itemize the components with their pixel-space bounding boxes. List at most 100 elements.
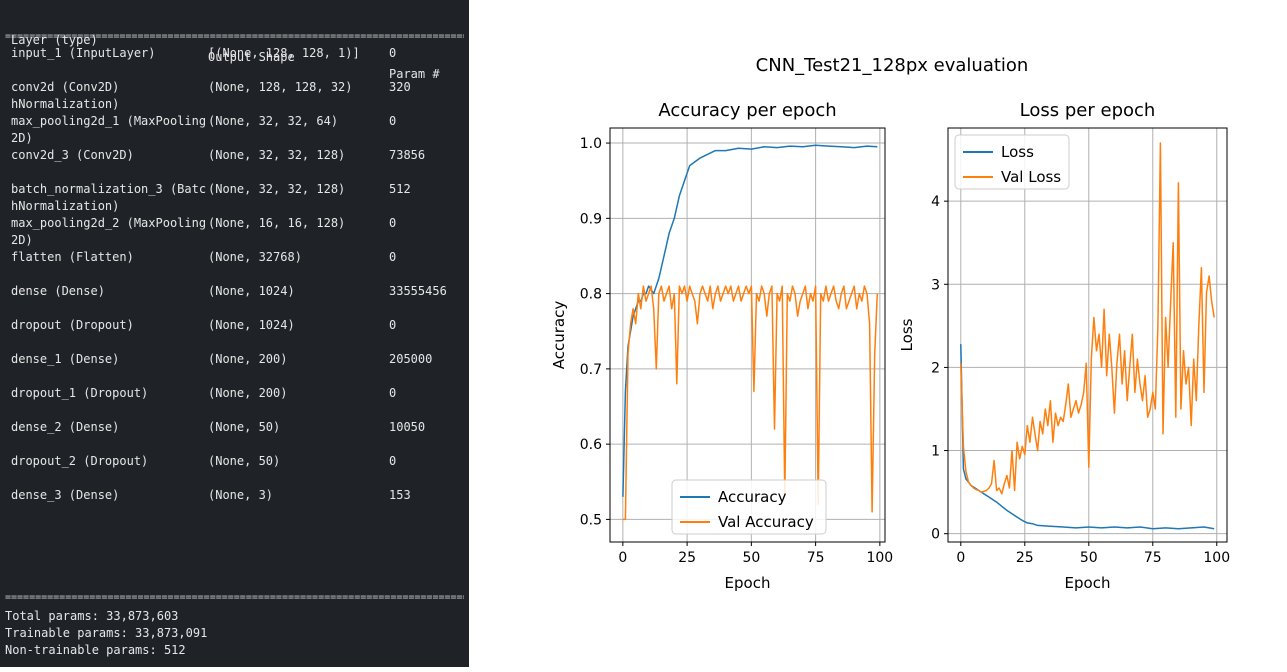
summary-row: max_pooling2d_2 (MaxPooling 2D) (None, 16,… bbox=[5, 215, 464, 249]
layer-output-shape: (None, 32768) bbox=[208, 250, 302, 264]
layer-param-count: 512 bbox=[389, 182, 411, 196]
summary-row: input_1 (InputLayer) [(None, 128, 128, 1)… bbox=[5, 45, 464, 79]
summary-bottom-rule: ========================================… bbox=[5, 593, 464, 602]
layer-param-count: 0 bbox=[389, 454, 397, 468]
y-tick-label: 0.9 bbox=[580, 211, 602, 227]
layer-param-count: 0 bbox=[389, 386, 397, 400]
summary-row: batch_normalization_3 (Batc hNormalizatio… bbox=[5, 181, 464, 215]
chart-title: Loss per epoch bbox=[1020, 100, 1156, 121]
y-tick-label: 0 bbox=[931, 527, 940, 543]
non-trainable-params: Non-trainable params: 512 bbox=[5, 643, 186, 657]
summary-row: dropout_2 (Dropout) (None, 50) 0 bbox=[5, 453, 464, 487]
y-tick-label: 2 bbox=[931, 360, 940, 376]
layer-name: dense_2 (Dense) bbox=[11, 420, 120, 434]
total-params: Total params: 33,873,603 bbox=[5, 609, 179, 623]
legend-label: Val Loss bbox=[1001, 168, 1061, 186]
summary-totals: Total params: 33,873,603 Trainable params… bbox=[5, 608, 207, 659]
layer-param-count: 73856 bbox=[389, 148, 426, 162]
layer-name: max_pooling2d_2 (MaxPooling bbox=[11, 216, 207, 230]
legend-label: Accuracy bbox=[718, 488, 787, 506]
summary-row: dense_2 (Dense) (None, 50) 10050 bbox=[5, 419, 464, 453]
summary-row: dropout_1 (Dropout) (None, 200) 0 bbox=[5, 385, 464, 419]
layer-name: dense_3 (Dense) bbox=[11, 488, 120, 502]
layer-param-count: 10050 bbox=[389, 420, 426, 434]
x-tick-label: 0 bbox=[956, 550, 965, 566]
evaluation-figure: CNN_Test21_128px evaluation 0 25 50 75 100 0.… bbox=[540, 0, 1287, 667]
layer-name-continued: hNormalization) bbox=[11, 199, 120, 213]
layer-name: conv2d_3 (Conv2D) bbox=[11, 148, 134, 162]
x-tick-label: 100 bbox=[866, 550, 893, 566]
layer-name: dropout_1 (Dropout) bbox=[11, 386, 149, 400]
layer-param-count: 33555456 bbox=[389, 284, 447, 298]
layer-name: conv2d (Conv2D) bbox=[11, 80, 120, 94]
x-tick-label: 25 bbox=[678, 550, 696, 566]
summary-row: flatten (Flatten) (None, 32768) 0 bbox=[5, 249, 464, 283]
x-axis-label: Epoch bbox=[1065, 574, 1111, 592]
plot-frame bbox=[947, 127, 1228, 543]
x-tick-label: 100 bbox=[1203, 550, 1230, 566]
legend-label: Val Accuracy bbox=[718, 513, 814, 531]
layer-name: dropout_2 (Dropout) bbox=[11, 454, 149, 468]
x-tick-label: 50 bbox=[742, 550, 760, 566]
layer-output-shape: (None, 50) bbox=[208, 454, 281, 468]
y-tick-label: 1.0 bbox=[580, 136, 602, 152]
layer-output-shape: [(None, 128, 128, 1)] bbox=[208, 46, 360, 60]
layer-param-count: 0 bbox=[389, 114, 397, 128]
y-tick-label: 0.5 bbox=[580, 512, 602, 528]
x-tick-label: 75 bbox=[807, 550, 825, 566]
layer-output-shape: (None, 1024) bbox=[208, 284, 295, 298]
layer-output-shape: (None, 3) bbox=[208, 488, 274, 502]
layer-param-count: 0 bbox=[389, 46, 397, 60]
x-tick-label: 25 bbox=[1016, 550, 1034, 566]
summary-top-rule: ________________________________________… bbox=[5, 6, 464, 15]
layer-output-shape: (None, 50) bbox=[208, 420, 281, 434]
summary-row: conv2d (Conv2D) hNormalization) (None, 128… bbox=[5, 79, 464, 113]
x-tick-label: 0 bbox=[618, 550, 627, 566]
layer-name: dropout (Dropout) bbox=[11, 318, 134, 332]
layer-output-shape: (None, 200) bbox=[208, 352, 288, 366]
figure-canvas: CNN_Test21_128px evaluation 0 25 50 75 1000.… bbox=[550, 55, 1230, 592]
summary-row: dense_3 (Dense) (None, 3) 153 bbox=[5, 487, 464, 521]
y-axis-label: Accuracy bbox=[550, 301, 568, 370]
layer-name: input_1 (InputLayer) bbox=[11, 46, 156, 60]
layer-name-continued: hNormalization) bbox=[11, 97, 120, 111]
layer-name-continued: 2D) bbox=[11, 131, 33, 145]
layer-name: dense_1 (Dense) bbox=[11, 352, 120, 366]
layer-param-count: 0 bbox=[389, 318, 397, 332]
layer-param-count: 320 bbox=[389, 80, 411, 94]
x-tick-label: 75 bbox=[1144, 550, 1162, 566]
y-tick-label: 1 bbox=[931, 444, 940, 460]
layer-output-shape: (None, 1024) bbox=[208, 318, 295, 332]
x-tick-label: 50 bbox=[1080, 550, 1098, 566]
layer-name: batch_normalization_3 (Batc bbox=[11, 182, 207, 196]
layer-param-count: 0 bbox=[389, 250, 397, 264]
summary-row: max_pooling2d_1 (MaxPooling 2D) (None, 32,… bbox=[5, 113, 464, 147]
layer-param-count: 153 bbox=[389, 488, 411, 502]
summary-row: dropout (Dropout) (None, 1024) 0 bbox=[5, 317, 464, 351]
model-summary-panel: ________________________________________… bbox=[0, 0, 469, 667]
layer-output-shape: (None, 128, 128, 32) bbox=[208, 80, 353, 94]
summary-row: dense_1 (Dense) (None, 200) 205000 bbox=[5, 351, 464, 385]
y-tick-label: 0.7 bbox=[580, 362, 602, 378]
layer-name-continued: 2D) bbox=[11, 233, 33, 247]
summary-header: Layer (type) Output Shape Param # bbox=[5, 15, 464, 81]
trainable-params: Trainable params: 33,873,091 bbox=[5, 626, 208, 640]
y-tick-label: 3 bbox=[931, 277, 940, 293]
summary-row: conv2d_3 (Conv2D) (None, 32, 32, 128) 7385… bbox=[5, 147, 464, 181]
layer-output-shape: (None, 32, 32, 64) bbox=[208, 114, 339, 128]
layer-output-shape: (None, 200) bbox=[208, 386, 288, 400]
legend-label: Loss bbox=[1001, 143, 1034, 161]
chart-title: Accuracy per epoch bbox=[658, 100, 836, 121]
layer-name: flatten (Flatten) bbox=[11, 250, 134, 264]
figure-suptitle: CNN_Test21_128px evaluation bbox=[756, 55, 1029, 76]
y-axis-label: Loss bbox=[898, 318, 916, 351]
layer-name: max_pooling2d_1 (MaxPooling bbox=[11, 114, 207, 128]
summary-rows: input_1 (InputLayer) [(None, 128, 128, 1)… bbox=[5, 45, 464, 521]
y-tick-label: 0.8 bbox=[580, 287, 602, 303]
x-axis-label: Epoch bbox=[725, 574, 771, 592]
layer-param-count: 205000 bbox=[389, 352, 433, 366]
y-tick-label: 4 bbox=[931, 194, 940, 210]
layer-output-shape: (None, 16, 16, 128) bbox=[208, 216, 346, 230]
series-line-val-loss bbox=[960, 142, 1215, 495]
summary-row: dense (Dense) (None, 1024) 33555456 bbox=[5, 283, 464, 317]
